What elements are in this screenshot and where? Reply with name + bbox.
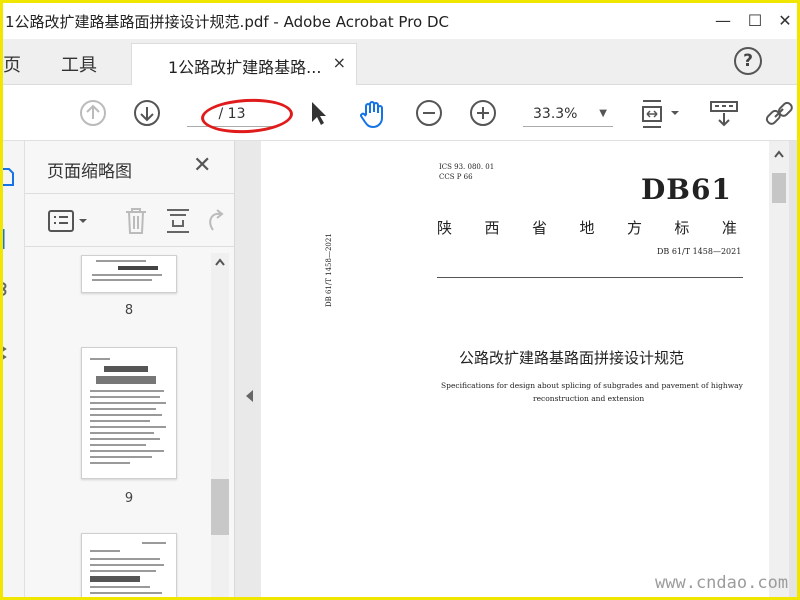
document-title-en-1: Specifications for design about splicing… [441, 381, 743, 390]
attachments-icon[interactable] [3, 279, 15, 299]
thumbnail-page-10[interactable] [81, 533, 177, 597]
chevron-down-icon: ▼ [599, 108, 607, 119]
panel-toolbar [25, 193, 235, 247]
panel-title: 页面缩略图 [47, 162, 132, 182]
zoom-level-value: 33.3% [533, 106, 578, 122]
zoom-in-icon[interactable] [469, 99, 497, 127]
next-page-icon[interactable] [133, 99, 161, 127]
close-window-button[interactable]: ✕ [773, 9, 797, 33]
thumbnails-icon[interactable] [3, 167, 15, 187]
fit-page-icon[interactable] [639, 99, 685, 129]
document-scrollbar[interactable] [769, 141, 789, 597]
standard-number: DB 61/T 1458—2021 [657, 247, 742, 256]
document-tab-label: 1公路改扩建路基路... [168, 58, 322, 77]
side-standard-number: DB 61/T 1458—2021 [325, 233, 333, 307]
thumbnail-page-8[interactable] [81, 255, 177, 293]
thumbnails-scrollbar[interactable] [211, 253, 229, 597]
collapse-left-icon[interactable] [244, 389, 254, 403]
site-watermark: www.cndao.com [655, 573, 789, 593]
delete-icon[interactable] [123, 206, 149, 236]
zoom-out-icon[interactable] [415, 99, 443, 127]
bookmarks-icon[interactable] [3, 227, 13, 251]
document-title-en-2: reconstruction and extension [533, 394, 645, 403]
province-standard-line: 陕 西 省 地 方 标 准 [437, 219, 737, 237]
acrobat-window: 1公路改扩建路基路面拼接设计规范.pdf - Adobe Acrobat Pro… [3, 3, 797, 597]
left-navigation-rail [3, 141, 25, 597]
thumbnail-page-9[interactable] [81, 347, 177, 479]
scroll-mode-icon[interactable] [709, 99, 739, 129]
ccs-code: CCS P 66 [439, 173, 473, 181]
minimize-button[interactable]: — [711, 9, 735, 33]
close-panel-icon[interactable]: ✕ [193, 153, 211, 178]
ics-code: ICS 93. 080. 01 [439, 163, 495, 171]
link-icon[interactable] [763, 99, 797, 129]
help-button[interactable]: ? [734, 47, 762, 75]
scroll-up-icon[interactable] [214, 257, 226, 267]
scrollbar-thumb[interactable] [211, 479, 229, 535]
document-view[interactable]: ICS 93. 080. 01 CCS P 66 DB61 陕 西 省 地 方 … [261, 141, 797, 597]
db-logo: DB61 [641, 173, 732, 206]
pdf-page: ICS 93. 080. 01 CCS P 66 DB61 陕 西 省 地 方 … [261, 141, 769, 597]
extract-pages-icon[interactable] [165, 206, 191, 236]
main-toolbar: / 13 33.3% ▼ [3, 85, 797, 141]
thumbnail-page-number: 8 [124, 303, 134, 318]
tab-tools[interactable]: 工具 [61, 51, 97, 77]
layers-icon[interactable] [3, 341, 15, 365]
header-rule [437, 277, 743, 278]
close-tab-icon[interactable]: × [333, 53, 346, 72]
zoom-level-select[interactable]: 33.3% ▼ [523, 101, 613, 127]
hand-tool-icon[interactable] [357, 99, 387, 129]
scroll-up-icon[interactable] [773, 149, 785, 159]
select-tool-icon[interactable] [307, 99, 329, 127]
window-title: 1公路改扩建路基路面拼接设计规范.pdf - Adobe Acrobat Pro… [5, 13, 450, 31]
tab-home[interactable]: 主页 [3, 51, 21, 77]
tabs-bar: 主页 工具 1公路改扩建路基路... × ? [3, 39, 797, 85]
page-thumbnails-panel: 页面缩略图 ✕ 8 9 [25, 141, 235, 597]
scrollbar-thumb[interactable] [772, 173, 786, 203]
tab-document[interactable]: 1公路改扩建路基路... × [131, 43, 357, 85]
thumbnail-page-number: 9 [124, 491, 134, 506]
rotate-icon[interactable] [205, 208, 227, 234]
maximize-button[interactable]: ☐ [743, 9, 767, 33]
panel-collapse-strip[interactable] [235, 141, 261, 597]
title-bar: 1公路改扩建路基路面拼接设计规范.pdf - Adobe Acrobat Pro… [3, 3, 797, 39]
document-title-cn: 公路改扩建路基路面拼接设计规范 [459, 349, 685, 367]
previous-page-icon[interactable] [79, 99, 107, 127]
options-menu-icon[interactable] [47, 208, 93, 234]
